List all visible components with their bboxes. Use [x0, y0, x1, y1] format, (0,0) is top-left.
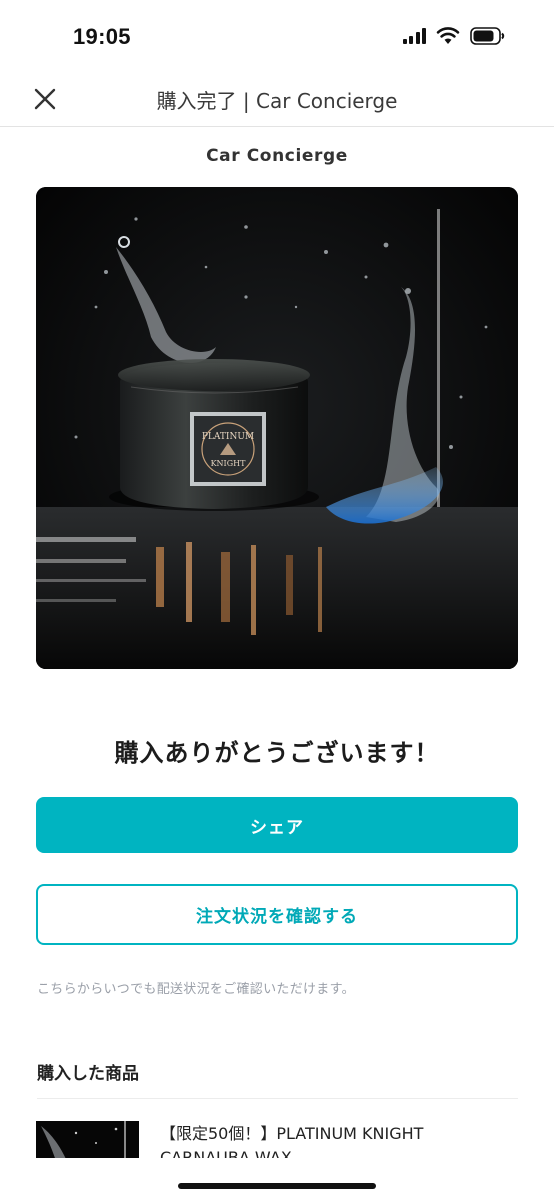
battery-icon	[470, 27, 505, 45]
purchased-section-title: 購入した商品	[37, 1064, 139, 1084]
share-button-label: シェア	[250, 817, 304, 838]
status-icons	[402, 25, 507, 47]
status-time: 19:05	[73, 24, 131, 49]
status-bar: 19:05	[0, 0, 554, 74]
page-title: 購入完了 | Car Concierge	[156, 89, 398, 113]
brand-mark-line2: KNIGHT	[211, 459, 247, 468]
order-status-button-label: 注文状況を確認する	[196, 907, 358, 927]
bottom-safe-area	[0, 1158, 554, 1200]
share-button[interactable]: シェア	[36, 797, 518, 853]
section-divider	[37, 1098, 518, 1099]
delivery-note: こちらからいつでも配送状況をご確認いただけます。	[37, 982, 355, 997]
home-indicator[interactable]	[178, 1183, 376, 1189]
item-thumbnail	[36, 1121, 139, 1160]
brand-mark-line1: PLATINUM	[202, 432, 254, 442]
shop-name: Car Concierge	[206, 146, 348, 166]
wifi-icon	[436, 27, 460, 44]
signal-icon	[402, 28, 426, 44]
nav-header: 購入完了 | Car Concierge	[0, 74, 554, 127]
purchased-item[interactable]: 【限定50個！】PLATINUM KNIGHT CARNAUBA WAX	[36, 1120, 518, 1160]
item-name: 【限定50個！】PLATINUM KNIGHT CARNAUBA WAX	[160, 1124, 424, 1160]
purchase-complete-screen: 19:05 購入完了 | Car Concierge Car Concierge…	[0, 0, 554, 1200]
order-status-button[interactable]: 注文状況を確認する	[36, 884, 518, 945]
product-image: PLATINUM KNIGHT	[36, 187, 518, 669]
thanks-message: 購入ありがとうございます！	[114, 739, 440, 767]
